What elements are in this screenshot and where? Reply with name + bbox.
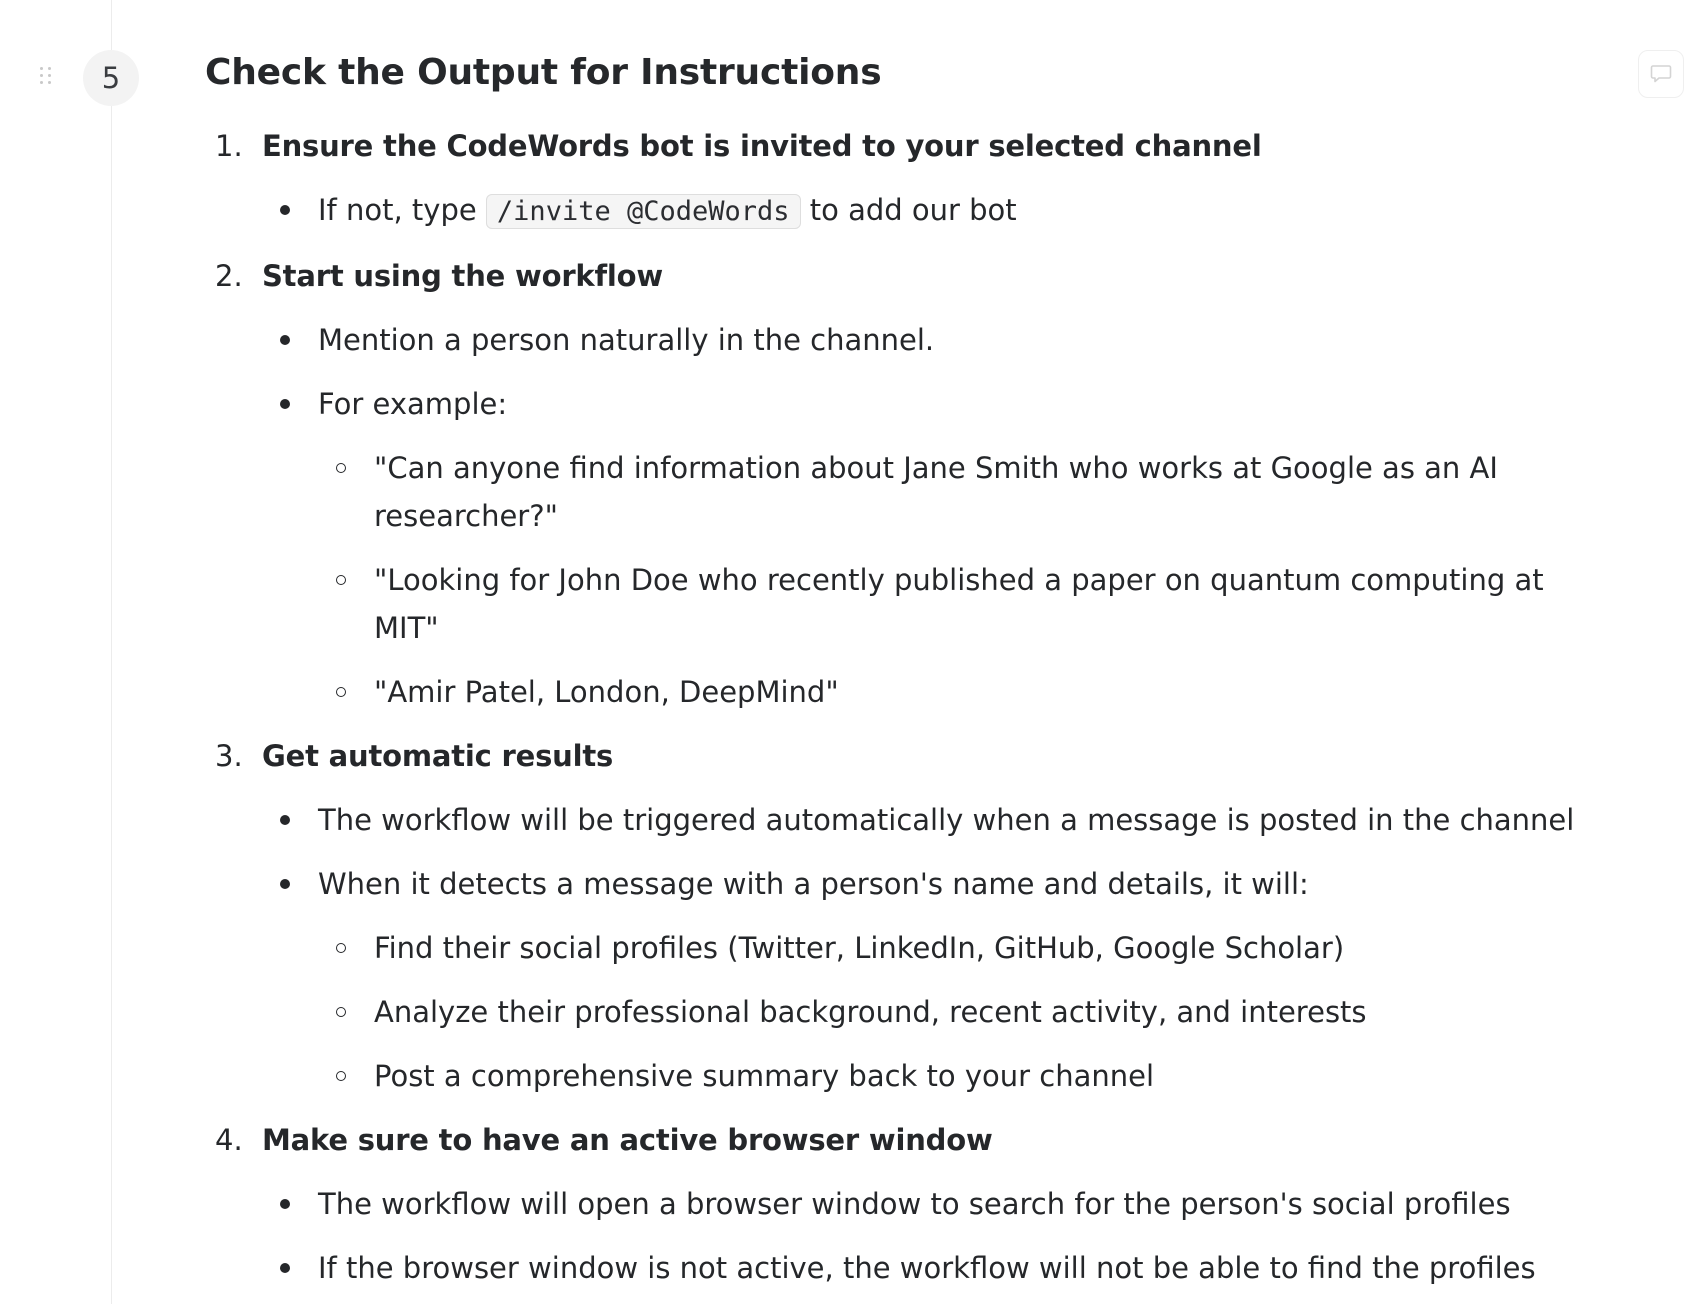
sub-bullet-circle bbox=[336, 1071, 346, 1081]
bullet-item: For example: "Can anyone find informatio… bbox=[262, 380, 1625, 716]
list-item: 3. Get automatic results The workflow wi… bbox=[205, 732, 1625, 1100]
sub-bullet-circle bbox=[336, 1007, 346, 1017]
sub-bullet-text: Post a comprehensive summary back to you… bbox=[374, 1059, 1155, 1093]
bullet-text: When it detects a message with a person'… bbox=[318, 867, 1309, 901]
bullet-item: Mention a person naturally in the channe… bbox=[262, 316, 1625, 364]
list-item-number: 2. bbox=[215, 259, 243, 293]
sub-bullet-circle bbox=[336, 687, 346, 697]
step-rail-line bbox=[111, 0, 112, 1304]
sub-bullet-item: "Can anyone find information about Jane … bbox=[318, 444, 1584, 540]
bullet-item: When it detects a message with a person'… bbox=[262, 860, 1625, 1100]
bullet-item: The workflow will open a browser window … bbox=[262, 1180, 1625, 1228]
sub-bullet-item: Post a comprehensive summary back to you… bbox=[318, 1052, 1584, 1100]
list-item-number: 1. bbox=[215, 129, 243, 163]
bullet-dot bbox=[280, 815, 290, 825]
sub-bullet-text: Analyze their professional background, r… bbox=[374, 995, 1367, 1029]
list-item-heading: Ensure the CodeWords bot is invited to y… bbox=[262, 129, 1262, 163]
bullet-item: If not, type /invite @CodeWords to add o… bbox=[262, 186, 1625, 236]
bullet-text: If the browser window is not active, the… bbox=[318, 1251, 1536, 1285]
comment-button[interactable] bbox=[1638, 50, 1684, 98]
bullet-text: Mention a person naturally in the channe… bbox=[318, 323, 935, 357]
bullet-dot bbox=[280, 335, 290, 345]
sub-bullet-text: "Can anyone find information about Jane … bbox=[374, 451, 1498, 533]
bullet-text: For example: bbox=[318, 387, 508, 421]
step-number-badge: 5 bbox=[83, 50, 139, 106]
instructions-list: 1. Ensure the CodeWords bot is invited t… bbox=[205, 122, 1625, 1304]
sub-bullet-text: "Amir Patel, London, DeepMind" bbox=[374, 675, 839, 709]
sub-bullet-item: "Amir Patel, London, DeepMind" bbox=[318, 668, 1584, 716]
drag-handle-icon[interactable] bbox=[40, 67, 54, 89]
sub-bullet-item: Find their social profiles (Twitter, Lin… bbox=[318, 924, 1584, 972]
list-item-number: 4. bbox=[215, 1123, 243, 1157]
bullet-item: If the browser window is not active, the… bbox=[262, 1244, 1625, 1292]
bullet-text: to add our bot bbox=[800, 193, 1017, 227]
sub-bullet-circle bbox=[336, 943, 346, 953]
step-title: Check the Output for Instructions bbox=[205, 52, 882, 93]
bullet-dot bbox=[280, 1263, 290, 1273]
bullet-item: The workflow will be triggered automatic… bbox=[262, 796, 1625, 844]
invite-command-code: /invite @CodeWords bbox=[485, 194, 801, 229]
list-item: 4. Make sure to have an active browser w… bbox=[205, 1116, 1625, 1292]
sub-bullet-item: "Looking for John Doe who recently publi… bbox=[318, 556, 1584, 652]
sub-bullet-text: "Looking for John Doe who recently publi… bbox=[374, 563, 1544, 645]
bullet-text: The workflow will open a browser window … bbox=[318, 1187, 1511, 1221]
bullet-dot bbox=[280, 205, 290, 215]
sub-bullet-text: Find their social profiles (Twitter, Lin… bbox=[374, 931, 1345, 965]
list-item-number: 3. bbox=[215, 739, 243, 773]
sub-bullet-item: Analyze their professional background, r… bbox=[318, 988, 1584, 1036]
step-panel: 5 Check the Output for Instructions 1. E… bbox=[0, 0, 1698, 1304]
bullet-dot bbox=[280, 1199, 290, 1209]
comment-icon bbox=[1650, 65, 1672, 83]
list-item-heading: Start using the workflow bbox=[262, 259, 663, 293]
bullet-text: If not, type bbox=[318, 193, 486, 227]
bullet-dot bbox=[280, 879, 290, 889]
bullet-dot bbox=[280, 399, 290, 409]
sub-bullet-circle bbox=[336, 575, 346, 585]
list-item: 2. Start using the workflow Mention a pe… bbox=[205, 252, 1625, 716]
list-item-heading: Get automatic results bbox=[262, 739, 614, 773]
list-item: 1. Ensure the CodeWords bot is invited t… bbox=[205, 122, 1625, 236]
bullet-text: The workflow will be triggered automatic… bbox=[318, 803, 1575, 837]
list-item-heading: Make sure to have an active browser wind… bbox=[262, 1123, 993, 1157]
sub-bullet-circle bbox=[336, 463, 346, 473]
